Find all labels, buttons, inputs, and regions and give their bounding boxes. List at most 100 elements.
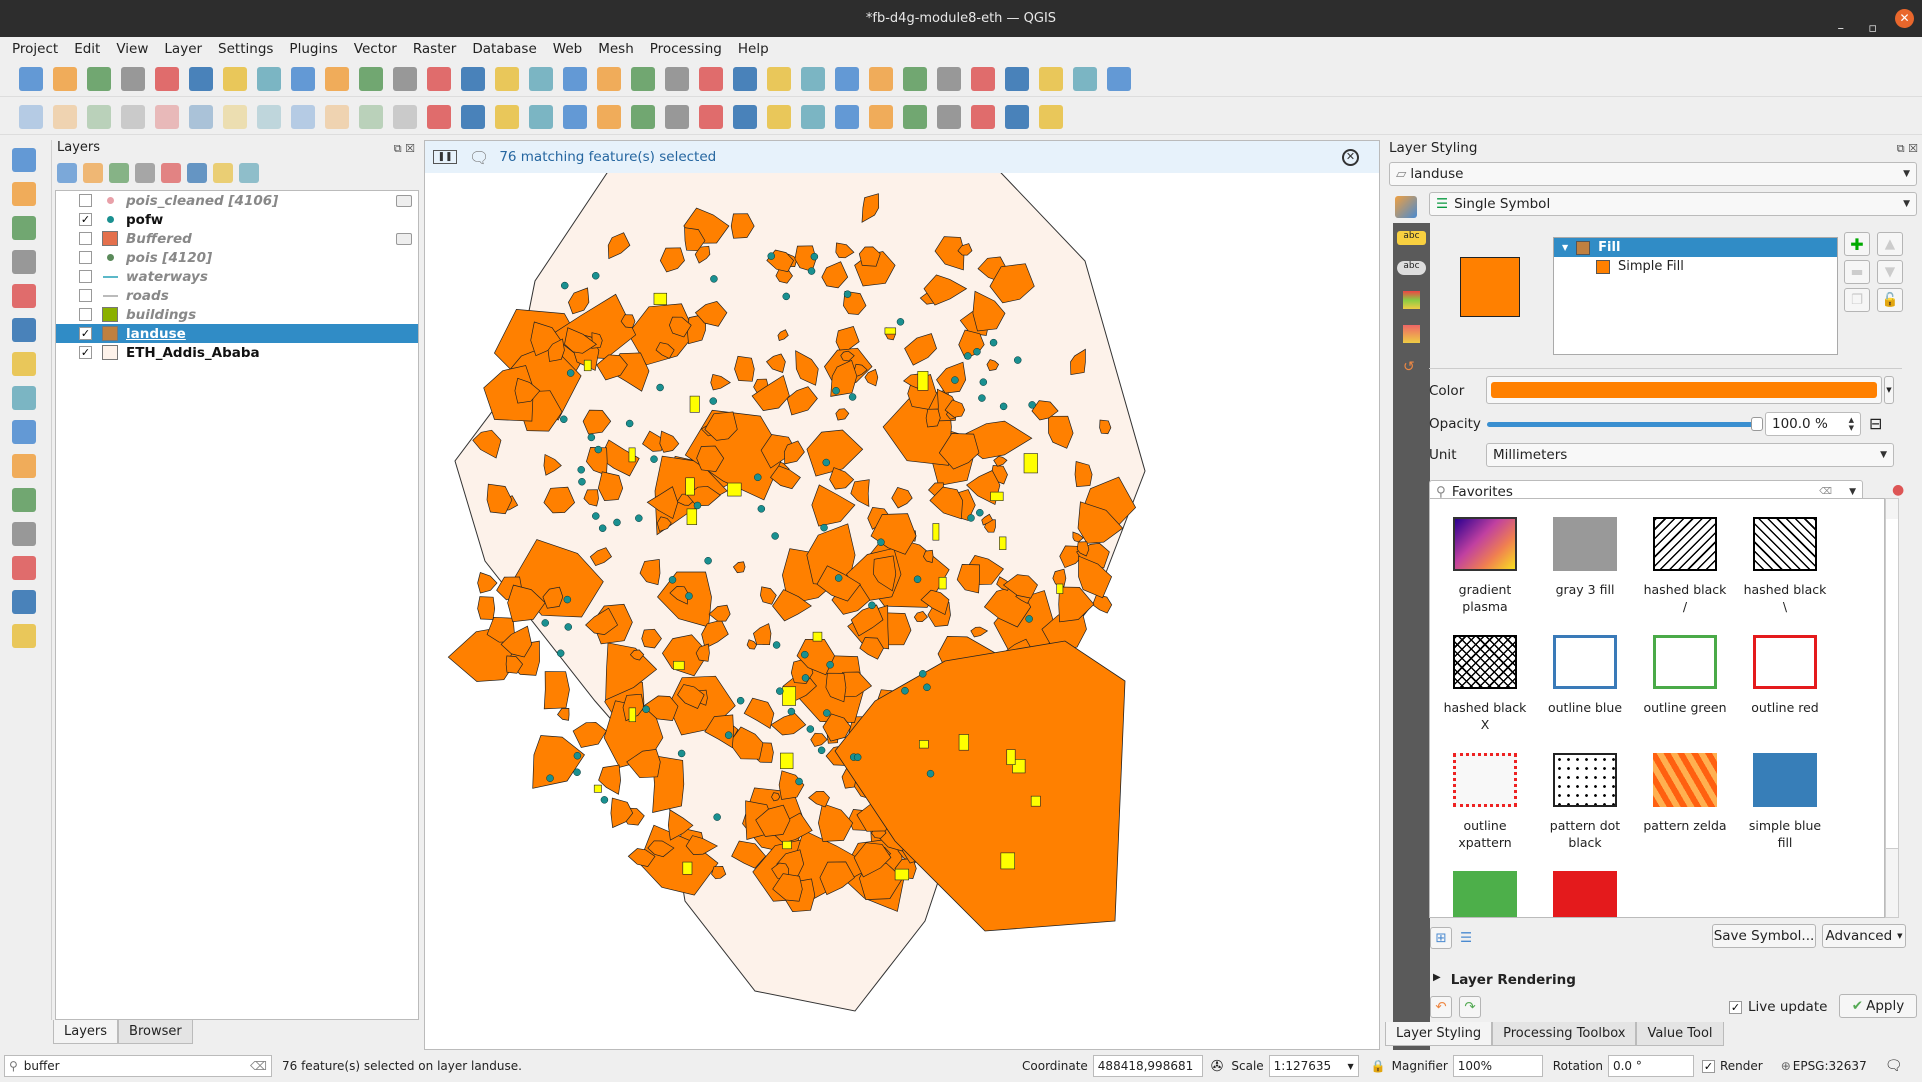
tab-value-tool[interactable]: Value Tool (1636, 1022, 1724, 1046)
pan-to-selection-icon[interactable] (257, 66, 281, 91)
layer-item[interactable]: ✓ pofw (56, 210, 418, 229)
zoom-full-icon[interactable] (359, 66, 383, 91)
data-source-manager-icon[interactable] (12, 148, 36, 172)
layer-visibility-checkbox[interactable] (79, 308, 92, 321)
processing-icon[interactable] (801, 66, 825, 91)
messages-icon[interactable]: 🗨 (1885, 1058, 1903, 1074)
measure-icon[interactable] (869, 66, 893, 91)
add-delimited-icon[interactable] (12, 420, 36, 444)
3d-view-icon[interactable] (1403, 291, 1420, 309)
color-button[interactable] (1486, 376, 1882, 404)
new-geopackage-icon[interactable] (12, 182, 36, 206)
symbol-tree-fill[interactable]: ▼ Fill (1554, 238, 1837, 257)
layer-visibility-checkbox[interactable]: ✓ (79, 346, 92, 359)
save-edits-icon[interactable] (87, 104, 111, 129)
layer-item[interactable]: ✓ ETH_Addis_Ababa (56, 343, 418, 362)
lock-button[interactable]: 🔓 (1877, 288, 1903, 312)
temporal-icon[interactable] (631, 66, 655, 91)
symbol-gradient[interactable]: gradient plasma (1440, 517, 1530, 615)
cut-icon[interactable] (257, 104, 281, 129)
select-by-attribute-icon[interactable] (1039, 66, 1063, 91)
symbol-hash2[interactable]: hashed black \ (1740, 517, 1830, 615)
save-as-icon[interactable] (121, 66, 145, 91)
masks-icon[interactable]: abc (1397, 261, 1426, 275)
layer-visibility-checkbox[interactable] (79, 194, 92, 207)
gallery-scrollbar[interactable] (1885, 498, 1899, 918)
filter-icon[interactable] (135, 163, 155, 183)
map-tips-icon[interactable] (903, 66, 927, 91)
duplicate-button[interactable]: ❐ (1844, 288, 1870, 312)
paste-icon[interactable] (325, 104, 349, 129)
vertex-tool-icon[interactable] (155, 104, 179, 129)
layer-visibility-checkbox[interactable] (79, 251, 92, 264)
identify-icon[interactable] (699, 66, 723, 91)
layer-item[interactable]: Buffered (56, 229, 418, 248)
clear-icon[interactable]: ⌫ (250, 1059, 267, 1073)
tab-browser[interactable]: Browser (118, 1020, 193, 1044)
help-icon[interactable] (903, 104, 927, 129)
styling-dock-buttons[interactable]: ⧉ ☒ (1897, 142, 1918, 156)
zoom-next-icon[interactable] (529, 66, 553, 91)
render-checkbox[interactable]: ✓ (1701, 1059, 1715, 1073)
field-calc-icon[interactable] (767, 66, 791, 91)
mouse-coordinates-icon[interactable]: ✇ (1211, 1057, 1224, 1075)
zoom-last-icon[interactable] (495, 66, 519, 91)
redo-icon[interactable] (393, 104, 417, 129)
search-icon[interactable] (1005, 104, 1029, 129)
close-message-icon[interactable]: ✕ (1342, 148, 1359, 166)
new-project-icon[interactable] (19, 66, 43, 91)
layer-visibility-checkbox[interactable] (79, 232, 92, 245)
opacity-slider-handle[interactable] (1751, 417, 1763, 431)
icon-view-button[interactable]: ⊞ (1430, 927, 1452, 949)
color-dropdown[interactable]: ▼ (1884, 376, 1894, 404)
collapse-all-icon[interactable] (213, 163, 233, 183)
zoom-in-icon[interactable] (291, 66, 315, 91)
pan-icon[interactable] (223, 66, 247, 91)
show-bookmarks-icon[interactable] (597, 66, 621, 91)
add-spatialite-icon[interactable] (12, 454, 36, 478)
add-postgis-icon[interactable] (12, 488, 36, 512)
layer-visibility-checkbox[interactable] (79, 289, 92, 302)
live-update-checkbox[interactable]: ✓ Live update (1729, 999, 1827, 1015)
label-show-icon[interactable] (665, 104, 689, 129)
label-icon[interactable] (427, 104, 451, 129)
plugin-a-icon[interactable] (937, 104, 961, 129)
expand-all-icon[interactable] (187, 163, 207, 183)
globe-icon[interactable] (733, 104, 757, 129)
select-features-icon[interactable] (1005, 66, 1029, 91)
print-layout-icon[interactable] (155, 66, 179, 91)
menu-layer[interactable]: Layer (156, 37, 210, 61)
zoom-out-icon[interactable] (325, 66, 349, 91)
current-edits-icon[interactable] (19, 104, 43, 129)
rotation-spinbox[interactable]: 0.0 ° (1607, 1055, 1694, 1077)
pause-icon[interactable]: ❚❚ (433, 150, 457, 164)
symbol-tree-simple-fill[interactable]: Simple Fill (1554, 257, 1837, 276)
add-group-icon[interactable] (83, 163, 103, 183)
modify-attributes-icon[interactable] (189, 104, 213, 129)
diagrams-icon[interactable] (1403, 325, 1420, 343)
crs-icon[interactable]: ⊕ (1781, 1059, 1791, 1073)
select-by-location-icon[interactable] (1107, 66, 1131, 91)
quickmapservices-icon[interactable] (801, 104, 825, 129)
text-annotation-icon[interactable] (971, 66, 995, 91)
symbol-hashx[interactable]: hashed black X (1440, 635, 1530, 733)
checkbox[interactable]: ✓ (1729, 1000, 1742, 1014)
menu-help[interactable]: Help (730, 37, 777, 61)
visibility-icon[interactable] (109, 163, 129, 183)
diagram-icon[interactable] (461, 104, 485, 129)
metasearch-icon[interactable] (835, 104, 859, 129)
advanced-button[interactable]: Advanced ▼ (1822, 924, 1906, 948)
zoom-selection-icon[interactable] (393, 66, 417, 91)
deselect-icon[interactable] (1073, 66, 1097, 91)
chevron-down-icon[interactable]: ▼ (1849, 487, 1856, 497)
locator-search-input[interactable]: ⚲ buffer ⌫ (4, 1055, 272, 1077)
menu-view[interactable]: View (108, 37, 156, 61)
symbol-red[interactable] (1540, 871, 1630, 917)
zoom-native-icon[interactable] (461, 66, 485, 91)
layer-select[interactable]: ▱ landuse ▼ (1389, 162, 1917, 186)
layer-item[interactable]: roads (56, 286, 418, 305)
menu-mesh[interactable]: Mesh (590, 37, 642, 61)
undo-icon[interactable] (359, 104, 383, 129)
toggle-editing-icon[interactable] (53, 104, 77, 129)
map-canvas[interactable]: ❚❚ 🗨 76 matching feature(s) selected ✕ (424, 140, 1380, 1050)
